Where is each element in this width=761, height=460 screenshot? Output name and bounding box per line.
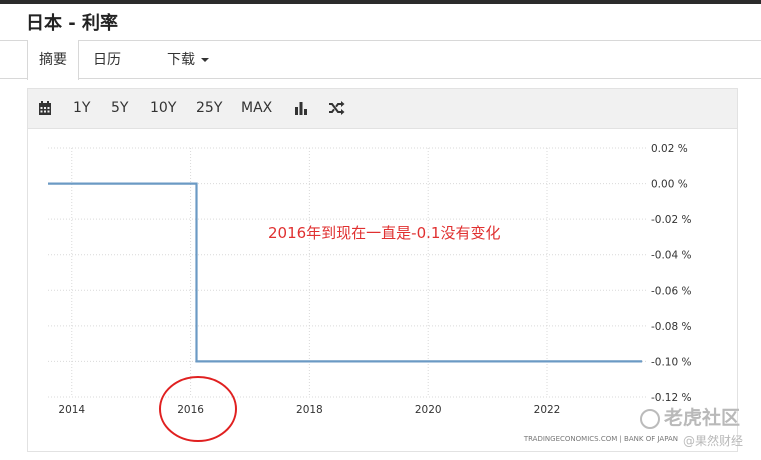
chart-annotation: 2016年到现在一直是-0.1没有变化: [268, 224, 500, 242]
chart: 0.02 % 0.00 % -0.02 % -0.04 % -0.06 % -0.08 %…: [48, 143, 692, 443]
y-tick-label: -0.04 %: [651, 250, 692, 262]
x-axis-ticks: 2014 2016 2018 2020 2022: [58, 404, 560, 416]
x-tick-label: 2014: [58, 404, 85, 416]
tiger-logo-icon: [640, 408, 660, 429]
watermark-sub: @果然财经: [683, 434, 744, 448]
series: [48, 182, 643, 363]
grid: [48, 147, 648, 398]
chart-source: TRADINGECONOMICS.COM | BANK OF JAPAN: [523, 435, 678, 443]
y-axis-ticks: 0.02 % 0.00 % -0.02 % -0.04 % -0.06 % -0.08 %…: [651, 143, 692, 404]
watermark-main: 老虎社区: [640, 403, 740, 430]
watermark-main-text: 老虎社区: [664, 407, 741, 429]
series-line: [48, 182, 643, 363]
y-tick-label: 0.02 %: [651, 143, 688, 155]
x-tick-label: 2018: [296, 404, 323, 416]
x-tick-label: 2022: [534, 404, 561, 416]
y-tick-label: 0.00 %: [651, 179, 688, 191]
y-tick-label: -0.10 %: [651, 356, 692, 368]
x-tick-label: 2020: [415, 404, 442, 416]
y-tick-label: -0.06 %: [651, 285, 692, 297]
y-tick-label: -0.08 %: [651, 321, 692, 333]
x-tick-label: 2016: [177, 404, 204, 416]
y-tick-label: -0.02 %: [651, 214, 692, 226]
